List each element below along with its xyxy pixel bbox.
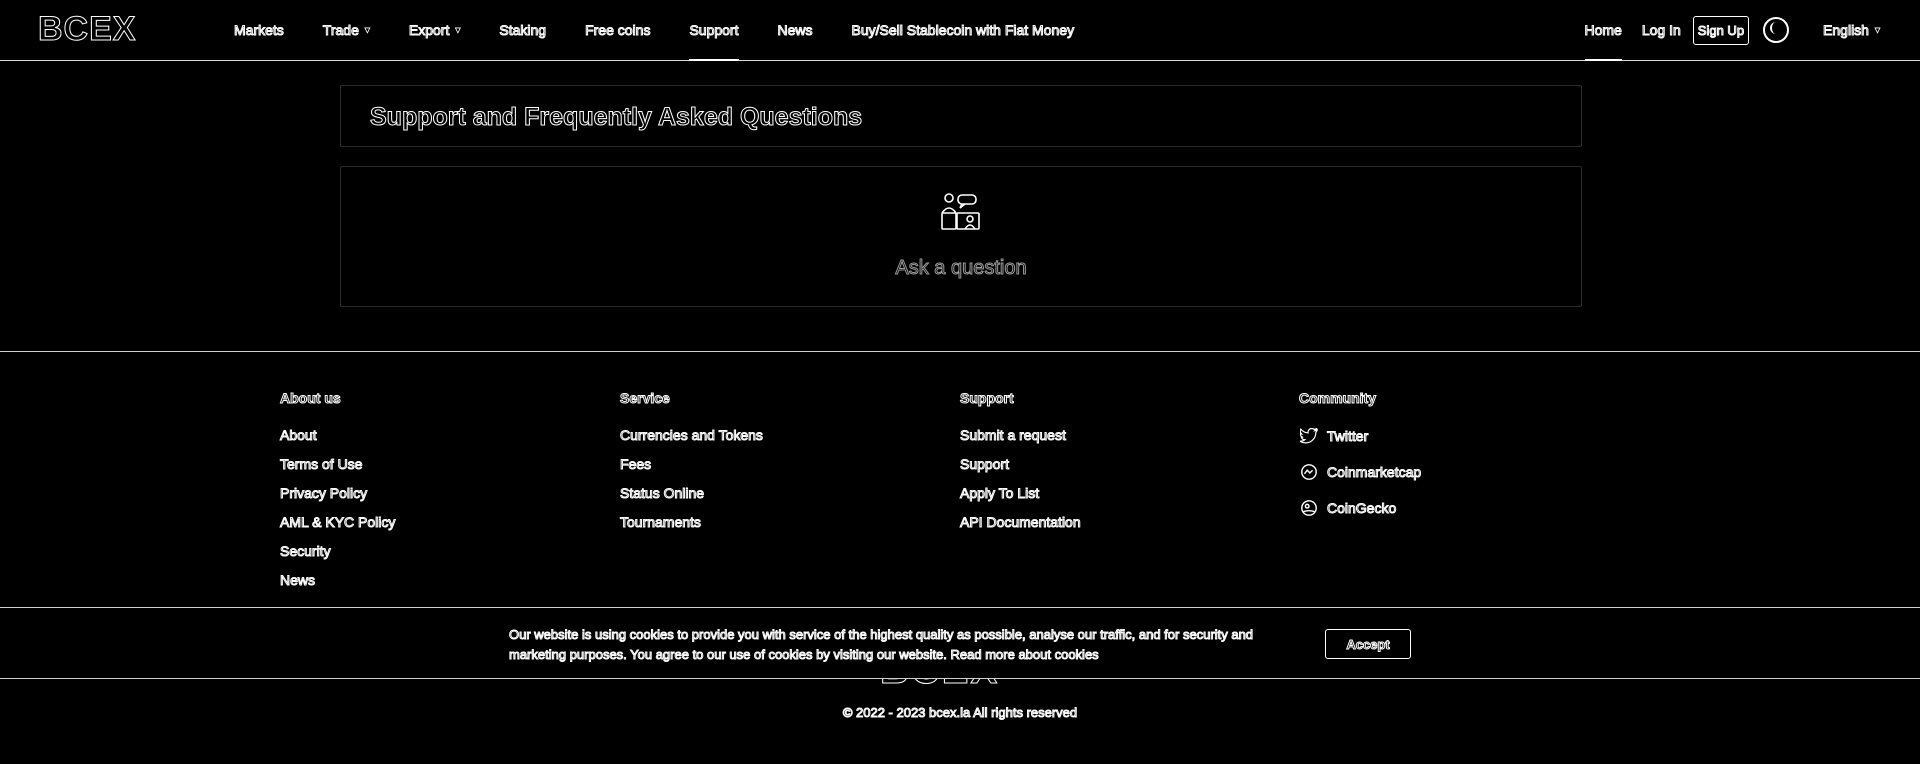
social-coinmarketcap-link[interactable]: Coinmarketcap bbox=[1299, 454, 1422, 490]
social-twitter-link[interactable]: Twitter bbox=[1299, 418, 1421, 454]
footer-service-title: Service bbox=[620, 390, 671, 407]
cookie-message: Our website is using cookies to provide … bbox=[509, 627, 1254, 663]
coinmarketcap-icon bbox=[1299, 462, 1319, 482]
footer-link-fees[interactable]: Fees bbox=[620, 455, 763, 484]
footer-link-status[interactable]: Status Online bbox=[620, 484, 763, 513]
nav-support[interactable]: Support bbox=[689, 0, 739, 61]
footer-community-title: Community bbox=[1298, 390, 1376, 407]
footer-link-apply-to-list[interactable]: Apply To List bbox=[960, 484, 1081, 513]
footer-link-support[interactable]: Support bbox=[960, 455, 1081, 484]
ask-question-card[interactable]: Ask a question bbox=[340, 166, 1582, 307]
footer-link-tournaments[interactable]: Tournaments bbox=[620, 513, 763, 542]
language-select[interactable]: English ▾ bbox=[1823, 22, 1881, 39]
chevron-down-icon: ▾ bbox=[364, 24, 370, 36]
main-nav: Markets Trade ▾ Export ▾ Staking Free coin… bbox=[234, 0, 1113, 61]
social-coingecko-link[interactable]: CoinGecko bbox=[1299, 490, 1421, 526]
nav-export[interactable]: Export ▾ bbox=[408, 0, 461, 60]
footer-link-terms[interactable]: Terms of Use bbox=[279, 455, 395, 484]
accept-cookies-button[interactable]: Accept bbox=[1325, 629, 1411, 659]
footer-link-aml-kyc[interactable]: AML & KYC Policy bbox=[279, 513, 395, 542]
language-label: English bbox=[1823, 22, 1870, 39]
theme-toggle-icon[interactable] bbox=[1763, 17, 1790, 43]
footer-col-about: About us About Terms of Use Privacy Poli… bbox=[279, 390, 395, 600]
social-twitter-label: Twitter bbox=[1326, 428, 1369, 445]
nav-staking[interactable]: Staking bbox=[499, 0, 547, 60]
nav-markets[interactable]: Markets bbox=[234, 0, 285, 60]
top-header: BCEX Markets Trade ▾ Export ▾ Staking Free… bbox=[0, 0, 1920, 61]
nav-news[interactable]: News bbox=[777, 0, 813, 60]
coingecko-icon bbox=[1299, 498, 1319, 518]
nav-free-coins[interactable]: Free coins bbox=[585, 0, 651, 60]
social-coinmarketcap-label: Coinmarketcap bbox=[1326, 464, 1422, 481]
footer-col-community: Community Twitter Coinmarketcap CoinGeck… bbox=[1298, 390, 1422, 526]
copyright-text: © 2022 - 2023 bcex.la All rights reserve… bbox=[842, 705, 1078, 721]
site-logo[interactable]: BCEX bbox=[37, 12, 136, 47]
ask-question-label: Ask a question bbox=[895, 257, 1027, 280]
nav-trade[interactable]: Trade ▾ bbox=[322, 0, 370, 60]
support-agent-icon bbox=[941, 193, 980, 230]
page-title: Support and Frequently Asked Questions bbox=[369, 103, 863, 132]
footer-link-submit-request[interactable]: Submit a request bbox=[960, 426, 1081, 455]
twitter-icon bbox=[1299, 426, 1319, 446]
social-coingecko-label: CoinGecko bbox=[1326, 500, 1397, 517]
footer-divider bbox=[0, 351, 1920, 352]
footer-link-news[interactable]: News bbox=[279, 571, 395, 600]
footer-link-currencies[interactable]: Currencies and Tokens bbox=[620, 426, 764, 455]
login-link[interactable]: Log In bbox=[1641, 22, 1681, 39]
nav-buy-sell-stablecoin[interactable]: Buy/Sell Stablecoin with Fiat Money bbox=[851, 0, 1075, 60]
footer-link-about[interactable]: About bbox=[279, 426, 395, 455]
signup-button[interactable]: Sign Up bbox=[1692, 15, 1750, 45]
page-title-card: Support and Frequently Asked Questions bbox=[340, 85, 1582, 147]
footer-link-security[interactable]: Security bbox=[279, 542, 395, 571]
cookie-banner: Our website is using cookies to provide … bbox=[0, 607, 1920, 679]
footer-link-privacy[interactable]: Privacy Policy bbox=[279, 484, 395, 513]
header-actions: Home Log In Sign Up English ▾ bbox=[1584, 0, 1881, 61]
chevron-down-icon: ▾ bbox=[455, 24, 461, 36]
footer-col-support: Support Submit a request Support Apply T… bbox=[960, 390, 1082, 542]
home-link[interactable]: Home bbox=[1584, 0, 1622, 61]
footer-col-service: Service Currencies and Tokens Fees Statu… bbox=[620, 390, 764, 542]
footer-about-title: About us bbox=[279, 390, 341, 407]
chevron-down-icon: ▾ bbox=[1874, 24, 1881, 36]
footer-link-api-docs[interactable]: API Documentation bbox=[960, 513, 1082, 542]
footer-support-title: Support bbox=[960, 390, 1015, 407]
